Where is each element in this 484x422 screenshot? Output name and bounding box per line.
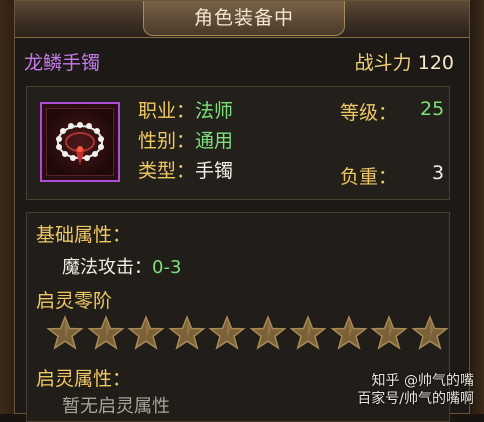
watermark: 知乎 @帅气的嘴 百家号/帅气的嘴啊 <box>357 372 474 408</box>
weight-value: 3 <box>432 162 445 184</box>
awaken-star-icon <box>86 314 125 350</box>
watermark-line1: 知乎 @帅气的嘴 <box>371 373 474 389</box>
combat-power-label: 战斗力 <box>354 52 412 74</box>
awaken-attributes-heading: 启灵属性： <box>36 368 132 390</box>
base-attributes-heading: 基础属性： <box>36 224 132 246</box>
awaken-rank-heading: 启灵零阶 <box>36 290 113 312</box>
magic-attack-row: 魔法攻击：0-3 <box>62 253 181 279</box>
title-bar: 角色装备中 <box>15 1 469 38</box>
level-label: 等级： <box>340 102 398 124</box>
profession-row: 职业：法师 <box>138 96 233 123</box>
magic-attack-label: 魔法攻击： <box>62 257 152 278</box>
awaken-star-icon <box>370 314 408 350</box>
bracelet-icon <box>46 108 114 176</box>
awaken-star-icon <box>329 314 368 350</box>
awaken-star-icon <box>46 314 84 350</box>
magic-attack-value: 0-3 <box>152 257 182 278</box>
type-row: 类型：手镯 <box>138 156 233 183</box>
combat-power: 战斗力 120 <box>355 48 454 75</box>
profession-value: 法师 <box>195 100 234 122</box>
level-value: 25 <box>420 98 445 120</box>
item-name: 龙鳞手镯 <box>24 52 101 74</box>
watermark-line2: 百家号/帅气的嘴啊 <box>357 391 474 407</box>
level-value-wrap: 25 <box>420 98 444 120</box>
awaken-star-icon <box>410 314 449 350</box>
awaken-star-icon <box>208 314 246 350</box>
awaken-attributes-empty: 暂无启灵属性 <box>62 396 170 417</box>
window-title: 角色装备中 <box>143 1 345 36</box>
item-icon-slot[interactable] <box>40 102 120 182</box>
awaken-star-row <box>46 314 449 354</box>
awaken-star-icon <box>248 314 287 350</box>
weight-value-wrap: 3 <box>432 162 444 184</box>
type-label: 类型： <box>138 160 196 182</box>
profession-label: 职业： <box>138 100 196 122</box>
awaken-star-icon <box>167 314 206 350</box>
awaken-star-icon <box>289 314 327 350</box>
gender-value: 通用 <box>195 130 234 152</box>
weight-row: 负重： <box>340 162 397 189</box>
combat-power-value: 120 <box>417 52 454 74</box>
gender-label: 性别： <box>138 130 196 152</box>
awaken-star-icon <box>127 314 165 350</box>
gender-row: 性别：通用 <box>138 126 233 153</box>
level-row: 等级： <box>340 98 397 125</box>
weight-label: 负重： <box>340 166 398 188</box>
type-value: 手镯 <box>195 160 234 182</box>
